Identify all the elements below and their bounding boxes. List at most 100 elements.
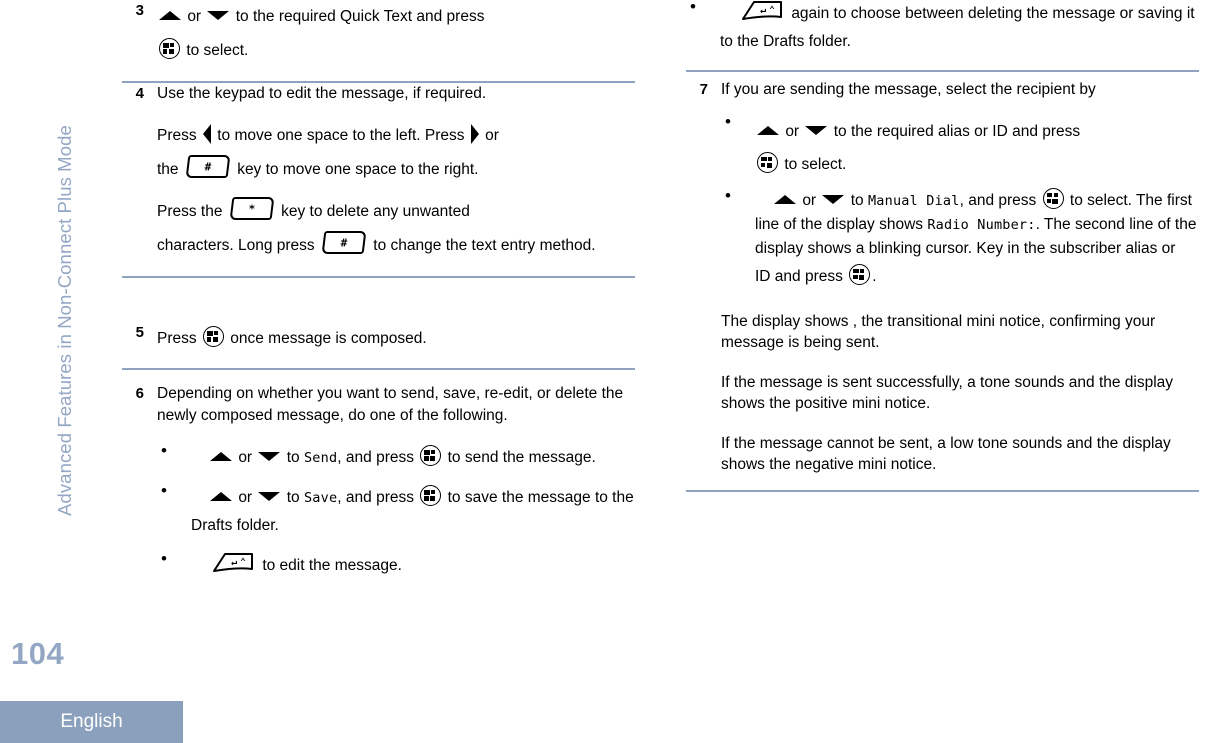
- back-home-key-icon: ↵ ⌃: [212, 552, 254, 573]
- down-triangle-icon: [207, 11, 230, 21]
- down-triangle-icon: [258, 452, 281, 462]
- step-4-p3-d: to change the text entry method.: [373, 236, 596, 254]
- step-7-bullet-list: • or to the required alias or ID and pre…: [721, 111, 1199, 293]
- step-3-line2: to select.: [186, 42, 249, 59]
- step-6-p1: Depending on whether you want to send, s…: [157, 385, 624, 424]
- bullet-text: or to the required alias or ID and press…: [755, 123, 1080, 173]
- step-4-p2-e: key to move one space to the right.: [237, 160, 479, 178]
- bullet-and-press: , and press: [337, 449, 414, 466]
- right-triangle-icon: [470, 124, 479, 145]
- step-3-number: 3: [135, 2, 144, 19]
- bullet-text: or to Send, and press to send the messag…: [191, 445, 596, 467]
- star-delete-key-icon: *: [229, 196, 275, 220]
- step-7: 7 If you are sending the message, select…: [686, 79, 1199, 492]
- side-rail: Advanced Features in Non-Connect Plus Mo…: [0, 0, 183, 743]
- up-triangle-icon: [159, 11, 181, 21]
- bullet-dot: •: [161, 549, 167, 568]
- step-4-p3-b: key to delete any unwanted: [281, 202, 470, 220]
- menu-select-button-icon: [420, 485, 442, 507]
- divider-rule: [686, 489, 1199, 492]
- conjunction-or: or: [785, 122, 800, 140]
- step-3: 3 or to the required Quick Text and pres…: [122, 0, 635, 83]
- step-7-p3: If the message is sent successfully, a t…: [721, 373, 1174, 413]
- conjunction-or: or: [238, 449, 253, 466]
- up-triangle-icon: [210, 452, 232, 462]
- star-key-label: *: [248, 201, 256, 215]
- svg-text:⌃: ⌃: [769, 5, 775, 16]
- bullet-text: or to Save, and press to save the messag…: [191, 485, 634, 534]
- step-7-p1: If you are sending the message, select t…: [721, 81, 1096, 98]
- step-4-p2-c: or: [485, 126, 499, 144]
- step-4-p3: Press the * key to delete any unwanted c…: [157, 195, 635, 263]
- step-7-number: 7: [699, 81, 708, 98]
- step-4-p2-d: the: [157, 160, 179, 178]
- step-5-b: once message is composed.: [230, 330, 427, 347]
- menu-select-button-icon: [202, 326, 224, 348]
- menu-select-button-icon: [1042, 187, 1064, 209]
- list-item: • or to Manual Dial, and press to select…: [721, 185, 1199, 293]
- svg-text:↵: ↵: [760, 5, 766, 16]
- bullet-text: ↵ ⌃ to edit the message.: [191, 553, 402, 574]
- bullet-tail-d: .: [872, 267, 877, 285]
- list-item: • or to the required alias or ID and pre…: [721, 111, 1199, 181]
- conjunction-or: or: [187, 8, 202, 25]
- up-triangle-icon: [210, 492, 232, 502]
- hash-key-label: #: [340, 235, 348, 249]
- menu-select-button-icon: [757, 151, 778, 173]
- step-4-number: 4: [135, 85, 144, 102]
- hash-key-icon: #: [321, 230, 367, 254]
- menu-select-button-icon: [420, 445, 442, 467]
- divider-rule: [122, 275, 635, 278]
- step-4-p1: Use the keypad to edit the message, if r…: [157, 85, 487, 102]
- bullet-to: to the required alias or ID and press: [833, 122, 1081, 140]
- step-4: 4 Use the keypad to edit the message, if…: [122, 83, 635, 278]
- bullet-to: to: [286, 449, 300, 466]
- step-5-a: Press: [157, 330, 197, 347]
- left-triangle-icon: [202, 124, 211, 145]
- menu-select-button-icon: [159, 38, 180, 60]
- bullet-tail: to select.: [784, 155, 847, 173]
- step-4-p2: Press to move one space to the left. Pre…: [157, 119, 635, 187]
- bullet-dot: •: [161, 481, 167, 500]
- bullet-tail-c: ID and press: [755, 267, 843, 285]
- menu-option-save: Save: [303, 490, 338, 506]
- step-4-p3-a: Press the: [157, 202, 223, 220]
- down-triangle-icon: [258, 492, 281, 502]
- language-badge-label: English: [60, 711, 123, 732]
- bullet-and-press: , and press: [959, 191, 1037, 209]
- page-number: 104: [11, 636, 65, 671]
- step-5-number: 5: [135, 324, 144, 341]
- svg-text:⌃: ⌃: [240, 557, 246, 568]
- list-item: • or to Save, and press to save the mess…: [157, 481, 635, 540]
- up-triangle-icon: [774, 194, 796, 204]
- conjunction-or: or: [238, 489, 253, 506]
- svg-text:↵: ↵: [231, 557, 237, 568]
- bullet-to: to: [850, 191, 864, 209]
- menu-option-manual-dial: Manual Dial: [867, 192, 960, 209]
- bullet-text: or to Manual Dial, and press to select. …: [755, 187, 1196, 285]
- down-triangle-icon: [805, 125, 828, 135]
- bullet-text: ↵ ⌃ again to choose between deleting the…: [720, 1, 1195, 50]
- bullet-tail: to edit the message.: [262, 557, 402, 574]
- back-home-key-icon: ↵ ⌃: [741, 0, 783, 21]
- step-6-number: 6: [135, 385, 144, 402]
- bullet-and-press: , and press: [337, 489, 414, 506]
- list-item: • or to Send, and press to send the mess…: [157, 442, 635, 472]
- step-4-p2-a: Press: [157, 126, 197, 144]
- menu-select-button-icon: [849, 263, 871, 285]
- step-6-continued-bullet-list: • ↵ ⌃ again to choose between deleting t…: [686, 0, 1199, 56]
- step-6-bullet-list: • or to Send, and press to send the mess…: [157, 442, 635, 580]
- up-triangle-icon: [757, 125, 779, 135]
- down-triangle-icon: [822, 194, 845, 204]
- divider-rule: [686, 70, 1199, 72]
- step-3-line1: to the required Quick Text and press: [235, 8, 485, 25]
- bullet-dot: •: [725, 111, 731, 131]
- hash-key-label: #: [204, 159, 212, 173]
- step-4-p3-c: characters. Long press: [157, 236, 315, 254]
- bullet-dot: •: [725, 185, 731, 205]
- step-7-p2: The display shows , the transitional min…: [721, 312, 1156, 352]
- step-3-text: or to the required Quick Text and press …: [157, 0, 635, 68]
- step-4-p2-b: to move one space to the left. Press: [217, 126, 465, 144]
- step-5: 5 Press once message is composed.: [122, 322, 635, 370]
- step-6-continued: • ↵ ⌃ again to choose between deleting t…: [686, 0, 1199, 72]
